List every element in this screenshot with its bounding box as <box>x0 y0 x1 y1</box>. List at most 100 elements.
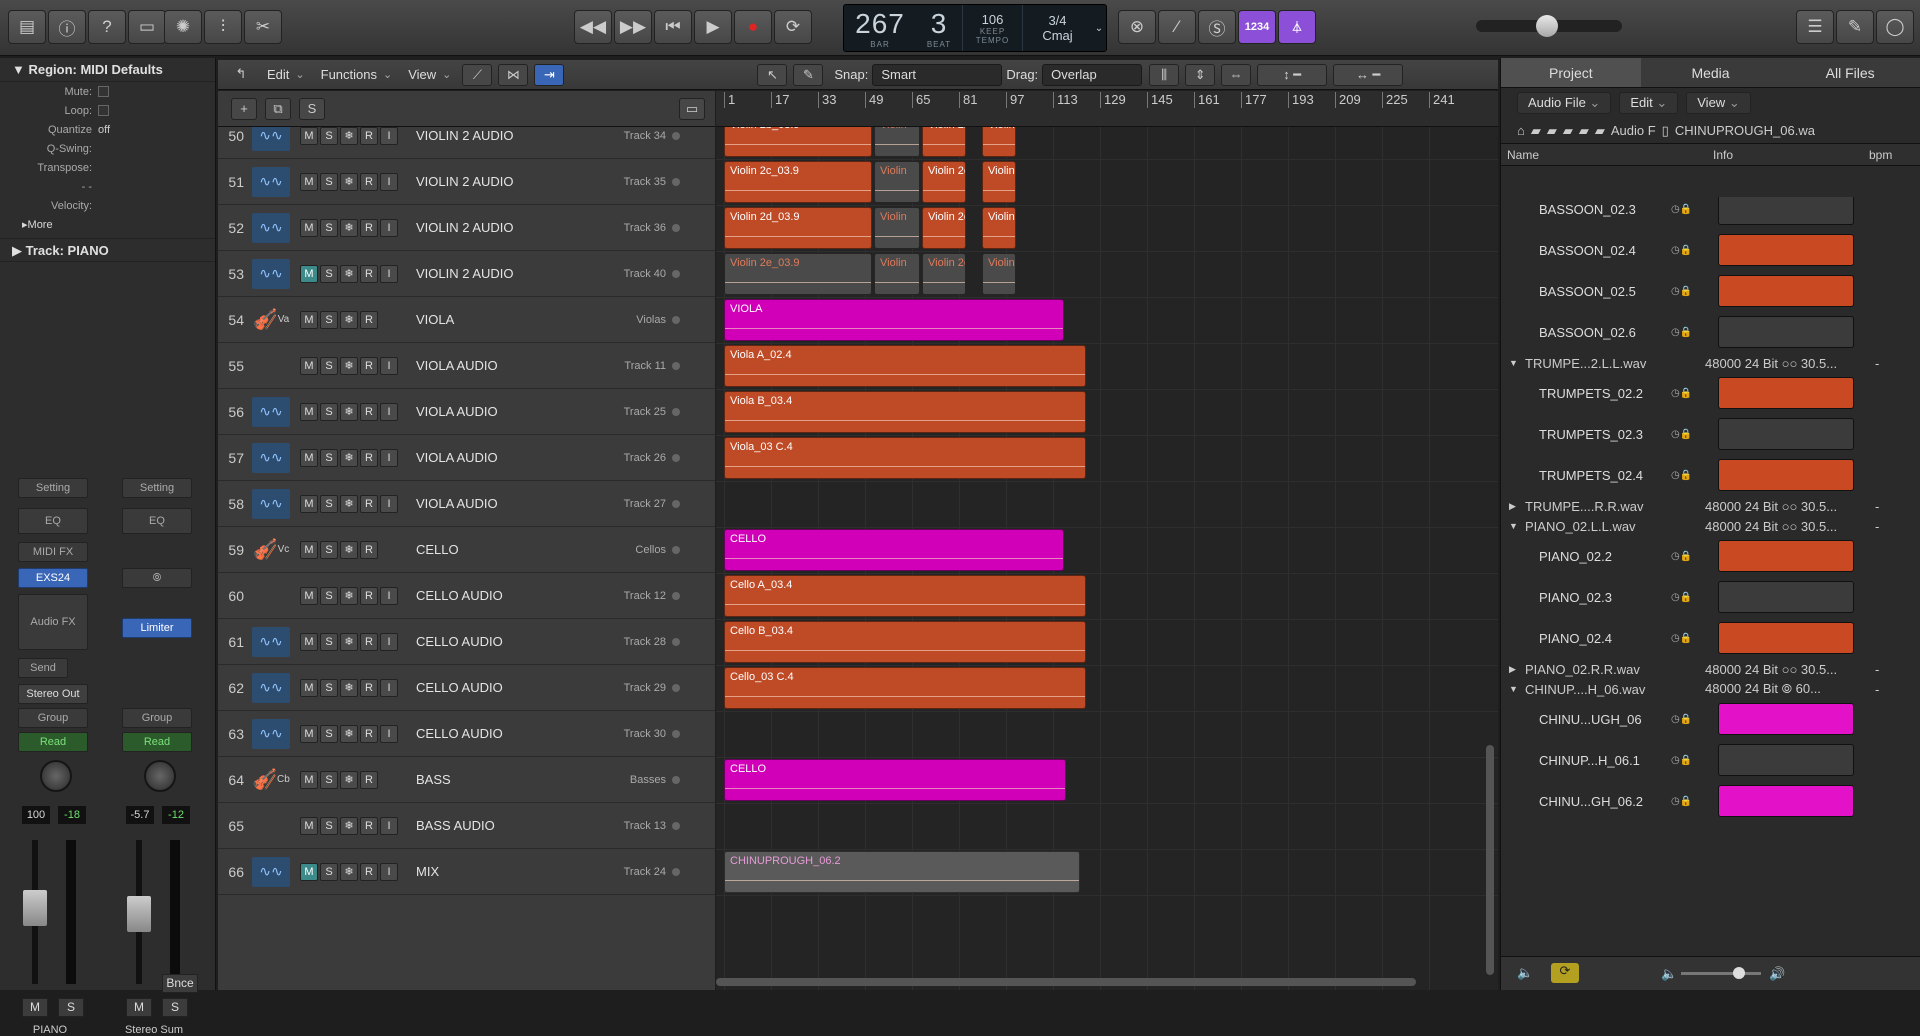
solo-button[interactable]: S <box>320 494 338 513</box>
audio-fx-slot[interactable]: Audio FX <box>18 594 88 650</box>
record-enable-button[interactable]: R <box>360 402 378 421</box>
freeze-icon[interactable]: ❄ <box>340 172 358 191</box>
tab-media[interactable]: Media <box>1641 58 1781 87</box>
vertical-fit-icon[interactable]: ⇕ <box>1185 63 1216 86</box>
region[interactable]: Violin 2 <box>982 207 1016 249</box>
disclosure-icon[interactable]: ▶ <box>1509 501 1525 512</box>
path-folder-label[interactable]: Audio F <box>1611 123 1656 138</box>
play-icon[interactable]: ▶ <box>694 10 732 44</box>
track-name[interactable]: BASS AUDIO <box>416 818 606 833</box>
freeze-icon[interactable]: ❄ <box>340 127 358 145</box>
track-name[interactable]: VIOLIN 2 AUDIO <box>416 266 606 281</box>
editors-icon[interactable]: ✂ <box>244 10 282 44</box>
file-waveform[interactable] <box>1718 316 1854 348</box>
browser-group-row[interactable]: ▶ PIANO_02.R.R.wav 48000 24 Bit ○○ 30.5...… <box>1501 659 1920 679</box>
input-monitor-button[interactable]: I <box>380 816 398 835</box>
input-monitor-button[interactable]: I <box>380 218 398 237</box>
browser-file-row[interactable]: BASSOON_02.6 ◷🔒 <box>1501 312 1920 353</box>
automation-mode[interactable]: Read <box>122 732 192 752</box>
mute-button[interactable]: M <box>300 402 318 421</box>
region[interactable]: Violin 2e_ <box>922 253 966 295</box>
record-enable-button[interactable]: R <box>360 586 378 605</box>
tab-all-files[interactable]: All Files <box>1780 58 1920 87</box>
inspector-icon[interactable]: ⓘ <box>48 10 86 44</box>
mute-button[interactable]: M <box>22 998 48 1017</box>
region[interactable]: Violin 2 <box>982 127 1016 157</box>
mute-button[interactable]: M <box>300 310 318 329</box>
volume-fader-cap[interactable] <box>127 896 151 932</box>
input-monitor-button[interactable]: I <box>380 172 398 191</box>
input-monitor-button[interactable]: I <box>380 678 398 697</box>
view-menu[interactable]: View <box>400 64 459 86</box>
mute-button[interactable]: M <box>300 448 318 467</box>
preview-volume-slider[interactable] <box>1681 972 1761 975</box>
track-header[interactable]: 66 ∿∿ M S ❄ R I MIX Track 24 <box>218 849 715 895</box>
solo-button[interactable]: S <box>320 770 338 789</box>
flex-icon[interactable]: ⋈ <box>498 63 529 86</box>
input-monitor-button[interactable]: I <box>380 586 398 605</box>
solo-button[interactable]: S <box>58 998 84 1017</box>
record-icon[interactable]: ● <box>734 10 772 44</box>
track-name[interactable]: MIX <box>416 864 606 879</box>
browser-file-row[interactable]: TRUMPETS_02.3 ◷🔒 <box>1501 414 1920 455</box>
freeze-icon[interactable]: ❄ <box>340 402 358 421</box>
automation-icon[interactable]: ⟋ <box>462 63 493 86</box>
waveform-zoom-icon[interactable]: ⫼ <box>1149 63 1180 86</box>
track-header[interactable]: 54 🎻 Va M S ❄ R VIOLA Violas <box>218 297 715 343</box>
bounce-button[interactable]: Bnce <box>162 974 198 993</box>
file-waveform[interactable] <box>1718 622 1854 654</box>
browser-group-row[interactable]: ▼ TRUMPE...2.L.L.wav 48000 24 Bit ○○ 30.5.… <box>1501 353 1920 373</box>
record-enable-button[interactable]: R <box>360 448 378 467</box>
fast-forward-icon[interactable]: ▶▶ <box>614 10 652 44</box>
freeze-icon[interactable]: ❄ <box>340 816 358 835</box>
region-inspector-header[interactable]: ▼ Region: MIDI Defaults <box>0 58 215 82</box>
browser-file-row[interactable]: CHINU...GH_06.2 ◷🔒 <box>1501 781 1920 822</box>
snap-select[interactable]: Smart <box>872 63 1003 86</box>
track-name[interactable]: VIOLA AUDIO <box>416 404 606 419</box>
track-name[interactable]: VIOLIN 2 AUDIO <box>416 220 606 235</box>
track-inspector-header[interactable]: ▶ Track: PIANO <box>0 238 215 262</box>
input-monitor-button[interactable]: I <box>380 402 398 421</box>
mute-button[interactable]: M <box>300 816 318 835</box>
mute-button[interactable]: M <box>300 586 318 605</box>
volume-value[interactable]: 100 <box>22 806 50 824</box>
arrange-area[interactable]: Violin 2b_03.9 Violin Violin 2b_ Violin 2 Vi… <box>716 127 1498 990</box>
folder-icon[interactable]: ▰ <box>1563 123 1573 139</box>
go-to-beginning-icon[interactable]: ⏮ <box>654 10 692 44</box>
track-name[interactable]: VIOLIN 2 AUDIO <box>416 128 606 143</box>
record-enable-button[interactable]: R <box>360 218 378 237</box>
track-header[interactable]: 60 M S ❄ R I CELLO AUDIO Track 12 <box>218 573 715 619</box>
volume-value[interactable]: -5.7 <box>126 806 154 824</box>
track-header[interactable]: 53 ∿∿ M S ❄ R I VIOLIN 2 AUDIO Track 40 <box>218 251 715 297</box>
freeze-icon[interactable]: ❄ <box>340 218 358 237</box>
freeze-icon[interactable]: ❄ <box>340 632 358 651</box>
home-icon[interactable]: ⌂ <box>1517 123 1525 138</box>
pencil-tool-icon[interactable]: ✎ <box>793 63 824 86</box>
track-name[interactable]: CELLO AUDIO <box>416 588 606 603</box>
smart-controls-icon[interactable]: ✺ <box>164 10 202 44</box>
lcd-display[interactable]: 267 BAR 3 BEAT 106 KEEP TEMPO 3/4 Cmaj ⌄ <box>843 4 1107 52</box>
solo-button[interactable]: S <box>320 632 338 651</box>
file-waveform[interactable] <box>1718 234 1854 266</box>
track-name[interactable]: VIOLA AUDIO <box>416 358 606 373</box>
setting-button[interactable]: Setting <box>122 478 192 498</box>
automation-mode[interactable]: Read <box>18 732 88 752</box>
cycle-icon[interactable]: ⟳ <box>774 10 812 44</box>
browser-file-row[interactable]: CHINU...UGH_06 ◷🔒 <box>1501 699 1920 740</box>
count-in-button[interactable]: 1234 <box>1238 10 1276 44</box>
solo-button[interactable]: S <box>320 724 338 743</box>
mute-button[interactable]: M <box>300 494 318 513</box>
track-name[interactable]: VIOLA AUDIO <box>416 496 606 511</box>
audio-file-menu[interactable]: Audio File <box>1517 92 1612 114</box>
region[interactable]: Violin 2c_03.9 <box>724 161 872 203</box>
browser-group-row[interactable]: ▼ CHINUP....H_06.wav 48000 24 Bit ⦾ 60... - <box>1501 679 1920 699</box>
track-name[interactable]: CELLO AUDIO <box>416 680 606 695</box>
track-header[interactable]: 59 🎻 Vc M S ❄ R CELLO Cellos <box>218 527 715 573</box>
track-name[interactable]: VIOLA AUDIO <box>416 450 606 465</box>
list-editors-icon[interactable]: ☰ <box>1796 10 1834 44</box>
region[interactable]: CHINUPROUGH_06.2 <box>724 851 1080 893</box>
record-enable-button[interactable]: R <box>360 494 378 513</box>
tuner-icon[interactable]: ⁄ <box>1158 10 1196 44</box>
mute-button[interactable]: M <box>126 998 152 1017</box>
solo-global-button[interactable]: S <box>299 98 325 120</box>
